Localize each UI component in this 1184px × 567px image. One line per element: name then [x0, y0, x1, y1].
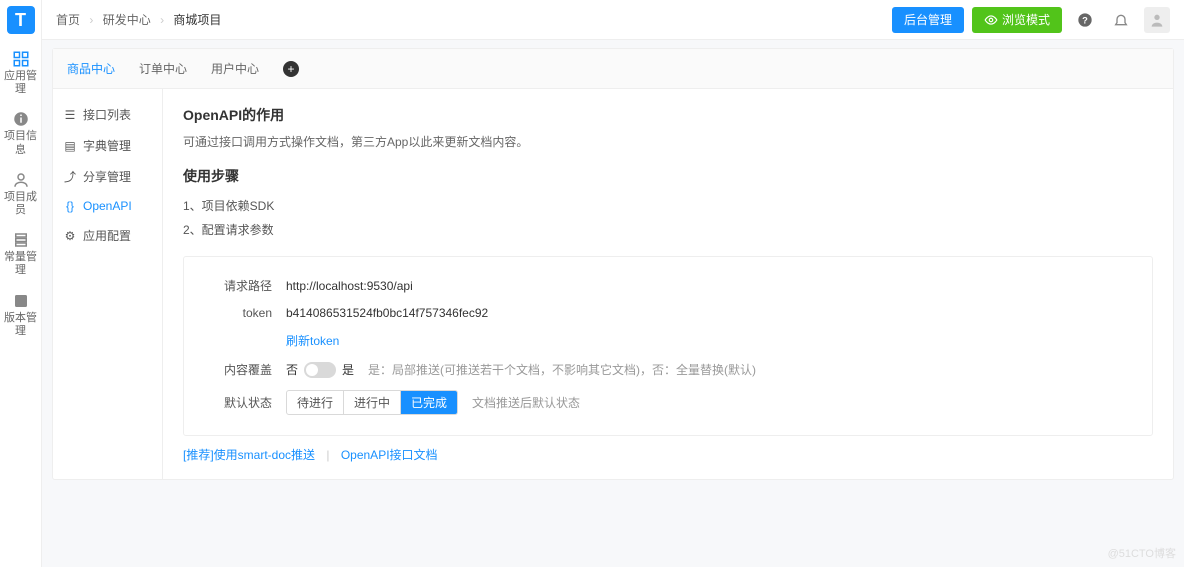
avatar[interactable]: [1144, 7, 1170, 33]
gear-icon: ⚙: [63, 229, 77, 243]
nav-label: 常量管理: [0, 251, 42, 277]
sidebar-item-label: 分享管理: [83, 168, 131, 185]
crumb-current: 商城项目: [173, 13, 221, 27]
form-label: token: [202, 306, 272, 320]
nav-item-members[interactable]: 项目成员: [0, 165, 42, 225]
crumb-center[interactable]: 研发中心: [103, 13, 151, 27]
watermark: @51CTO博客: [1108, 545, 1176, 561]
switch-no-label: 否: [286, 361, 298, 378]
crumb-home[interactable]: 首页: [56, 13, 80, 27]
admin-button[interactable]: 后台管理: [892, 7, 964, 33]
module-tabs: 商品中心 订单中心 用户中心 +: [53, 49, 1173, 89]
sidebar: ☰ 接口列表 ▤ 字典管理 ⤴ 分享管理 {}: [53, 89, 163, 479]
form-label: 内容覆盖: [202, 361, 272, 378]
grid-icon: [12, 50, 30, 68]
nav-label: 项目信息: [0, 130, 42, 156]
nav-label: 项目成员: [0, 191, 42, 217]
tab-orders[interactable]: 订单中心: [139, 60, 187, 77]
nav-item-info[interactable]: 项目信息: [0, 104, 42, 164]
cover-hint: 是：局部推送(可推送若干个文档，不影响其它文档)，否：全量替换(默认): [368, 361, 756, 378]
step-list: 1、项目依赖SDK 2、配置请求参数: [183, 194, 1153, 242]
svg-text:?: ?: [1082, 15, 1088, 25]
chevron-right-icon: ›: [160, 13, 164, 27]
help-icon[interactable]: ?: [1072, 7, 1098, 33]
sidebar-item-openapi[interactable]: {} OpenAPI: [53, 192, 162, 220]
list-icon: ☰: [63, 108, 77, 122]
form-label: 请求路径: [202, 277, 272, 294]
sidebar-item-dict[interactable]: ▤ 字典管理: [53, 130, 162, 161]
token-value: b414086531524fb0bc14f757346fec92: [286, 306, 488, 320]
status-opt-progress[interactable]: 进行中: [344, 391, 401, 414]
tab-add-button[interactable]: +: [283, 61, 299, 77]
topbar: 首页 › 研发中心 › 商城项目 后台管理 浏览模式 ?: [42, 0, 1184, 40]
section-title: OpenAPI的作用: [183, 105, 1153, 125]
sidebar-item-label: OpenAPI: [83, 199, 132, 213]
nav-item-const[interactable]: 常量管理: [0, 225, 42, 285]
brackets-icon: {}: [63, 199, 77, 213]
share-icon: ⤴: [63, 168, 77, 185]
content-panel: OpenAPI的作用 可通过接口调用方式操作文档，第三方App以此来更新文档内容…: [163, 89, 1173, 479]
status-segmented: 待进行 进行中 已完成: [286, 390, 458, 415]
openapi-doc-link[interactable]: OpenAPI接口文档: [341, 448, 438, 462]
eye-icon: [984, 13, 998, 27]
refresh-token-link[interactable]: 刷新token: [286, 332, 339, 349]
section-desc: 可通过接口调用方式操作文档，第三方App以此来更新文档内容。: [183, 133, 1153, 150]
archive-icon: [12, 292, 30, 310]
preview-button[interactable]: 浏览模式: [972, 7, 1062, 33]
database-icon: [12, 231, 30, 249]
sidebar-item-appcfg[interactable]: ⚙ 应用配置: [53, 220, 162, 251]
left-navbar: T 应用管理 项目信息 项目成员 常量管理 版本管理: [0, 0, 42, 567]
status-hint: 文档推送后默认状态: [472, 394, 580, 411]
section-title: 使用步骤: [183, 166, 1153, 186]
smartdoc-link[interactable]: [推荐]使用smart-doc推送: [183, 448, 315, 462]
request-path-value: http://localhost:9530/api: [286, 279, 413, 293]
switch-yes-label: 是: [342, 361, 354, 378]
preview-label: 浏览模式: [1002, 11, 1050, 28]
status-opt-pending[interactable]: 待进行: [287, 391, 344, 414]
bell-icon[interactable]: [1108, 7, 1134, 33]
tab-goods[interactable]: 商品中心: [67, 60, 115, 77]
status-opt-done[interactable]: 已完成: [401, 391, 457, 414]
user-icon: [12, 171, 30, 189]
step-item: 1、项目依赖SDK: [183, 194, 1153, 218]
tab-users[interactable]: 用户中心: [211, 60, 259, 77]
cover-switch[interactable]: [304, 362, 336, 378]
book-icon: ▤: [63, 139, 77, 153]
info-icon: [12, 110, 30, 128]
footer-links: [推荐]使用smart-doc推送 | OpenAPI接口文档: [183, 436, 1153, 463]
sidebar-item-label: 应用配置: [83, 227, 131, 244]
chevron-right-icon: ›: [89, 13, 93, 27]
step-item: 2、配置请求参数: [183, 218, 1153, 242]
sidebar-item-label: 字典管理: [83, 137, 131, 154]
app-logo[interactable]: T: [7, 6, 35, 34]
sidebar-item-api-list[interactable]: ☰ 接口列表: [53, 99, 162, 130]
nav-label: 版本管理: [0, 312, 42, 338]
form-label: 默认状态: [202, 394, 272, 411]
nav-item-version[interactable]: 版本管理: [0, 286, 42, 346]
sidebar-item-label: 接口列表: [83, 106, 131, 123]
nav-item-apps[interactable]: 应用管理: [0, 44, 42, 104]
sidebar-item-share[interactable]: ⤴ 分享管理: [53, 161, 162, 192]
breadcrumb: 首页 › 研发中心 › 商城项目: [56, 11, 221, 28]
config-form: 请求路径 http://localhost:9530/api token b41…: [183, 256, 1153, 436]
nav-label: 应用管理: [0, 70, 42, 96]
